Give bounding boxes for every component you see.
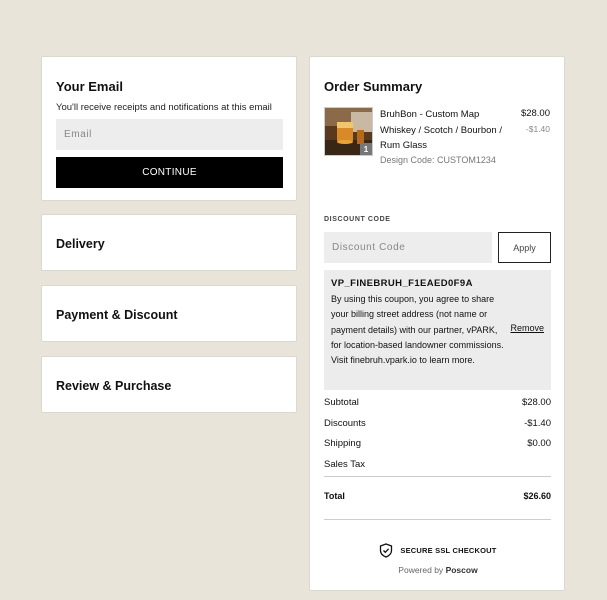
product-name: BruhBon - Custom Map Whiskey / Scotch / … xyxy=(380,109,502,151)
totals-label: Discounts xyxy=(324,417,366,429)
order-summary-title: Order Summary xyxy=(324,79,423,94)
divider xyxy=(324,519,551,520)
powered-by: Powered by Poscow xyxy=(310,565,566,575)
coupon-code: VP_FINEBRUH_F1EAED0F9A xyxy=(331,278,473,289)
payment-discount-section[interactable]: Payment & Discount xyxy=(41,285,297,342)
quantity-badge: 1 xyxy=(360,143,372,155)
product-thumbnail: 1 xyxy=(324,107,373,156)
total-label: Total xyxy=(324,491,345,501)
coupon-description: By using this coupon, you agree to share… xyxy=(331,294,504,366)
delivery-section[interactable]: Delivery xyxy=(41,214,297,271)
totals-value: $0.00 xyxy=(527,438,551,449)
email-input[interactable] xyxy=(56,119,283,150)
payment-title: Payment & Discount xyxy=(56,308,178,322)
totals-value: -$1.40 xyxy=(524,417,551,429)
review-title: Review & Purchase xyxy=(56,379,172,393)
email-title: Your Email xyxy=(56,79,123,94)
total-row: Total $26.60 xyxy=(324,491,551,501)
discounts-row: Discounts -$1.40 xyxy=(324,418,551,439)
totals-label: Shipping xyxy=(324,438,361,449)
discount-code-label: DISCOUNT CODE xyxy=(324,216,391,223)
remove-coupon-link[interactable]: Remove xyxy=(510,323,544,333)
apply-button[interactable]: Apply xyxy=(498,232,551,263)
powered-brand: Poscow xyxy=(445,565,478,575)
email-card: Your Email You'll receive receipts and n… xyxy=(41,56,297,201)
ssl-label: SECURE SSL CHECKOUT xyxy=(400,546,497,555)
totals-label: Subtotal xyxy=(324,397,359,408)
product-price: $28.00 xyxy=(520,108,550,119)
divider xyxy=(324,476,551,477)
subtotal-row: Subtotal $28.00 xyxy=(324,397,551,418)
design-code: Design Code: CUSTOM1234 xyxy=(380,155,496,165)
order-summary-card: Order Summary 1 BruhBon - Custom Map Whi… xyxy=(309,56,565,591)
ssl-badge: SECURE SSL CHECKOUT xyxy=(310,543,566,558)
totals-list: Subtotal $28.00 Discounts -$1.40 Shippin… xyxy=(324,397,551,479)
shield-check-icon xyxy=(380,543,393,558)
delivery-title: Delivery xyxy=(56,237,105,251)
total-value: $26.60 xyxy=(523,491,551,501)
applied-coupon: VP_FINEBRUH_F1EAED0F9A By using this cou… xyxy=(324,270,551,390)
email-note: You'll receive receipts and notification… xyxy=(56,102,272,113)
review-purchase-section[interactable]: Review & Purchase xyxy=(41,356,297,413)
product-discount: -$1.40 xyxy=(525,124,550,134)
totals-value: $28.00 xyxy=(521,397,551,408)
shipping-row: Shipping $0.00 xyxy=(324,438,551,459)
powered-prefix: Powered by xyxy=(398,565,444,575)
continue-button[interactable]: CONTINUE xyxy=(56,157,283,188)
discount-code-input[interactable] xyxy=(324,232,492,263)
